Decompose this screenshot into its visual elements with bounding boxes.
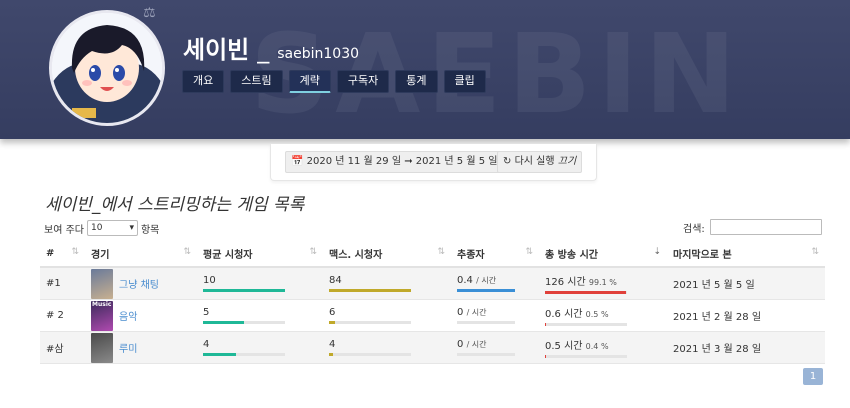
- length-select[interactable]: 10: [86, 220, 138, 236]
- followers-unit: / 시간: [466, 308, 487, 317]
- refresh-toggle-button[interactable]: ↻ 다시 실행 끄기: [497, 151, 583, 173]
- table-row: #1 그냥 채팅 10 84 0.4 / 시간 126 시간 99.1 % 20…: [40, 267, 825, 300]
- avg-viewers-bar: [203, 353, 236, 356]
- sort-icon: ⇅: [525, 247, 533, 257]
- rank-cell: # 2: [40, 299, 85, 332]
- tab-overview[interactable]: 개요: [182, 70, 225, 93]
- avg-viewers-value: 10: [203, 275, 216, 286]
- col-last-seen[interactable]: 마지막으로 본 ⇅: [667, 240, 825, 268]
- game-link[interactable]: 그냥 채팅: [119, 276, 159, 291]
- tab-games[interactable]: 계략: [288, 70, 331, 93]
- music-thumb-label: Music: [92, 300, 112, 308]
- max-viewers-bar: [329, 353, 334, 356]
- date-range-label: 2020 년 11 월 29 일 ➞ 2021 년 5 월 5 일: [306, 156, 498, 167]
- display-name: 세이빈: [183, 36, 250, 64]
- tab-stats[interactable]: 통계: [395, 70, 438, 93]
- rank-cell: #1: [40, 267, 85, 300]
- max-viewers-value: 6: [329, 307, 336, 318]
- refresh-label: 다시 실행: [514, 156, 555, 167]
- last-seen-cell: 2021 년 2 월 28 일: [667, 299, 825, 332]
- game-link[interactable]: 루미: [119, 340, 137, 355]
- sort-icon: ⇅: [309, 247, 317, 257]
- hours-bar: [545, 291, 627, 294]
- max-viewers-value: 84: [329, 275, 342, 286]
- table-search: 검색:: [683, 219, 822, 235]
- followers-unit: / 시간: [466, 340, 487, 349]
- refresh-icon: ↻: [503, 156, 512, 167]
- col-avg-viewers[interactable]: 평균 시청자 ⇅: [197, 240, 323, 268]
- calendar-icon: 📅: [291, 156, 304, 167]
- sort-desc-icon: ⇣: [653, 247, 661, 257]
- tab-streams[interactable]: 스트림: [230, 70, 283, 93]
- avg-viewers-bar: [203, 321, 244, 324]
- length-suffix: 항목: [140, 224, 160, 236]
- followers-value: 0: [457, 307, 464, 318]
- game-thumbnail[interactable]: [91, 268, 113, 299]
- col-hours[interactable]: 총 방송 시간 ⇣: [539, 240, 667, 268]
- col-max-viewers[interactable]: 맥스. 시청자 ⇅: [323, 240, 451, 268]
- section-title: 세이빈_에서 스트리밍하는 게임 목록: [45, 195, 305, 215]
- channel-title: 세이빈 _ saebin1030: [183, 30, 359, 65]
- scale-icon: ⚖: [143, 5, 156, 21]
- tab-clips[interactable]: 클립: [443, 70, 486, 93]
- last-seen-cell: 2021 년 3 월 28 일: [667, 331, 825, 364]
- avg-viewers-bar: [203, 289, 285, 292]
- last-seen-cell: 2021 년 5 월 5 일: [667, 267, 825, 300]
- avatar: [49, 10, 165, 126]
- sort-icon: ⇅: [183, 247, 191, 257]
- table-row: #삼 루미 4 4 0 / 시간 0.5 시간 0.4 % 2021 년 3 월…: [40, 331, 825, 364]
- sort-icon: ⇅: [437, 247, 445, 257]
- login-name: saebin1030: [277, 46, 360, 62]
- col-game[interactable]: 경기 ⇅: [85, 240, 197, 268]
- profile-header: SAEBIN ⚖ 세이빈 _ saebin1030 개요 스트림 계략 구독자 통계…: [0, 0, 850, 139]
- avg-viewers-value: 4: [203, 339, 210, 350]
- followers-value: 0.4: [457, 275, 473, 286]
- hours-percent: 99.1 %: [588, 278, 617, 287]
- game-thumbnail[interactable]: Music: [91, 300, 113, 331]
- followers-value: 0: [457, 339, 464, 350]
- rank-cell: #삼: [40, 331, 85, 364]
- title-separator: _: [257, 36, 270, 64]
- table-row: # 2 Music 음악 5 6 0 / 시간 0.6 시간 0.5 % 2021…: [40, 299, 825, 332]
- hours-value: 0.5 시간: [545, 341, 583, 352]
- hours-value: 126 시간: [545, 277, 586, 288]
- game-link[interactable]: 음악: [119, 308, 137, 323]
- search-label: 검색:: [683, 223, 705, 235]
- followers-bar: [457, 289, 515, 292]
- page-length-control: 보여 주다 10 항목: [44, 220, 159, 236]
- tab-subscribers[interactable]: 구독자: [336, 70, 390, 93]
- max-viewers-value: 4: [329, 339, 336, 350]
- sort-icon: ⇅: [71, 247, 79, 257]
- max-viewers-bar: [329, 289, 411, 292]
- col-followers[interactable]: 추종자 ⇅: [451, 240, 539, 268]
- length-prefix: 보여 주다: [44, 224, 84, 236]
- hours-percent: 0.5 %: [585, 310, 609, 319]
- max-viewers-bar: [329, 321, 335, 324]
- hours-percent: 0.4 %: [585, 342, 609, 351]
- sort-icon: ⇅: [811, 247, 819, 257]
- game-thumbnail[interactable]: [91, 332, 113, 363]
- games-table: # ⇅ 경기 ⇅ 평균 시청자 ⇅ 맥스. 시청자 ⇅ 추종자 ⇅ 총 방송 시간 ⇣ 마지…: [40, 240, 825, 364]
- refresh-off-label: 끄기: [557, 156, 577, 167]
- pagination-current-page[interactable]: 1: [803, 368, 823, 385]
- date-range-button[interactable]: 📅 2020 년 11 월 29 일 ➞ 2021 년 5 월 5 일: [285, 151, 504, 173]
- col-rank[interactable]: # ⇅: [40, 240, 85, 268]
- date-range-bar: 📅 2020 년 11 월 29 일 ➞ 2021 년 5 월 5 일 ↻ 다시…: [270, 144, 597, 181]
- followers-unit: / 시간: [476, 276, 497, 285]
- avg-viewers-value: 5: [203, 307, 210, 318]
- search-input[interactable]: [709, 219, 822, 235]
- hours-value: 0.6 시간: [545, 309, 583, 320]
- profile-tabs: 개요 스트림 계략 구독자 통계 클립: [182, 70, 486, 93]
